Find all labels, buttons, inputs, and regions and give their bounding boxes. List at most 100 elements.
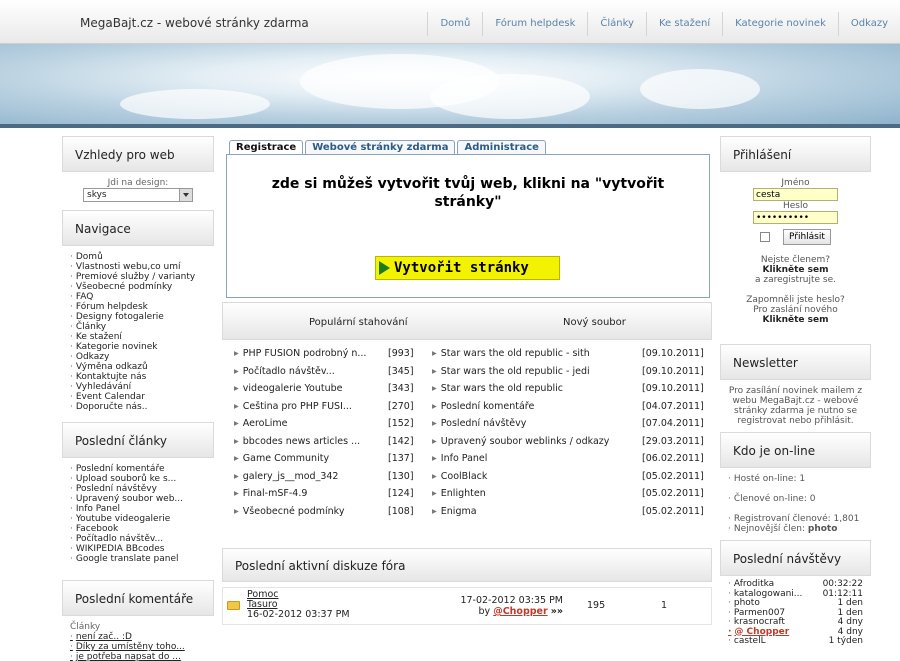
popular-download-link[interactable]: Počítadlo návštěv... — [234, 366, 379, 377]
new-file-link[interactable]: Info Panel — [432, 453, 632, 464]
new-file-link[interactable]: Star wars the old republic - sith — [432, 348, 632, 359]
comment-list-item[interactable]: není zač.. :D — [70, 632, 206, 642]
new-file-link[interactable]: Upravený soubor weblinks / odkazy — [432, 436, 632, 447]
username-input[interactable] — [753, 188, 838, 201]
nav-articles[interactable]: Články — [587, 12, 646, 36]
new-file-link[interactable]: Poslední návštěvy — [432, 418, 632, 429]
article-list-item[interactable]: Facebook — [70, 524, 206, 534]
nav-list-item[interactable]: Domů — [70, 252, 206, 262]
send-new-text: Pro zaslání nového — [753, 305, 838, 315]
download-count: [130] — [388, 470, 414, 482]
new-file-link[interactable]: Star wars the old republic - jedi — [432, 366, 632, 377]
name-label: Jméno — [781, 178, 810, 188]
article-list-item[interactable]: Upload souborů ke s... — [70, 474, 206, 484]
download-count: [343] — [388, 383, 414, 394]
nav-list-item[interactable]: Vlastnosti webu,co umí — [70, 262, 206, 272]
nav-list-item[interactable]: FAQ — [70, 292, 206, 302]
new-file-link[interactable]: Enigma — [432, 506, 632, 517]
create-site-label: Vytvořit stránky — [394, 260, 529, 276]
chevron-down-icon — [179, 189, 192, 201]
comment-list-item[interactable]: je potřeba napsat do ... — [70, 652, 206, 661]
popular-download-link[interactable]: Všeobecné podmínky — [234, 506, 379, 517]
file-date: [09.10.2011] — [642, 348, 704, 359]
new-file-link[interactable]: Enlighten — [432, 488, 632, 499]
article-list-item[interactable]: Upravený soubor web... — [70, 494, 206, 504]
nav-list-item[interactable]: Premiové služby / varianty — [70, 272, 206, 282]
nav-news-categories[interactable]: Kategorie novinek — [722, 12, 838, 36]
by-label: by — [478, 606, 491, 617]
popular-download-link[interactable]: galery_js__mod_342 — [234, 471, 379, 482]
article-list-item[interactable]: Youtube videogalerie — [70, 514, 206, 524]
password-input[interactable] — [753, 211, 838, 224]
new-file-link[interactable]: Poslední komentáře — [432, 401, 632, 412]
site-title[interactable]: MegaBajt.cz - webové stránky zdarma — [80, 16, 309, 30]
design-select[interactable]: skys — [83, 188, 193, 202]
thread-replies: 1 — [661, 600, 668, 611]
file-date: [05.02.2011] — [642, 470, 704, 482]
new-file-link[interactable]: CoolBlack — [432, 471, 632, 482]
nav-home[interactable]: Domů — [427, 12, 482, 36]
top-navigation: Domů Fórum helpdesk Články Ke stažení Ka… — [427, 12, 900, 36]
nav-list-item[interactable]: Vyhledávání — [70, 382, 206, 392]
nav-list-item[interactable]: Výměna odkazů — [70, 362, 206, 372]
popular-download-link[interactable]: AeroLime — [234, 418, 379, 429]
visits-box-title: Poslední návštěvy — [720, 540, 871, 576]
designs-box: Jdi na design: skys — [62, 172, 214, 210]
banner-border — [0, 124, 900, 128]
tab-registration[interactable]: Registrace — [229, 140, 304, 155]
nav-list-item[interactable]: Ke stažení — [70, 332, 206, 342]
download-count: [152] — [388, 418, 414, 429]
tab-administration[interactable]: Administrace — [457, 140, 546, 155]
last-user-link[interactable]: @Chopper — [493, 606, 548, 617]
thread-views: 195 — [587, 600, 606, 611]
popular-download-link[interactable]: videogalerie Youtube — [234, 383, 379, 394]
comment-list-item[interactable]: Díky za umístěny toho... — [70, 642, 206, 652]
article-list-item[interactable]: Poslední komentáře — [70, 464, 206, 474]
left-sidebar: Vzhledy pro web Jdi na design: skys Navi… — [62, 136, 214, 661]
nav-list-item[interactable]: Event Calendar — [70, 392, 206, 402]
newsletter-box-title: Newsletter — [720, 344, 871, 380]
nav-list-item[interactable]: Odkazy — [70, 352, 206, 362]
register-link[interactable]: Klikněte sem — [728, 265, 863, 275]
new-file-link[interactable]: Star wars the old republic — [432, 383, 632, 394]
nav-forum[interactable]: Fórum helpdesk — [482, 12, 587, 36]
popular-download-link[interactable]: bbcodes news articles ... — [234, 436, 379, 447]
stats-row: videogalerie Youtube [343] Star wars the o… — [222, 383, 712, 401]
file-date: [09.10.2011] — [642, 365, 704, 377]
reset-password-link[interactable]: Klikněte sem — [728, 315, 863, 325]
nav-list-item[interactable]: Kategorie novinek — [70, 342, 206, 352]
nav-links[interactable]: Odkazy — [837, 12, 900, 36]
popular-download-link[interactable]: PHP FUSION podrobný n... — [234, 348, 379, 359]
go-to-last-post-icon[interactable]: »» — [551, 606, 563, 617]
article-list-item[interactable]: Počítadlo návštěv... — [70, 534, 206, 544]
file-date: [09.10.2011] — [642, 383, 704, 394]
remember-checkbox[interactable] — [760, 231, 771, 242]
popular-download-link[interactable]: Game Community — [234, 453, 379, 464]
newest-member-link[interactable]: photo — [808, 524, 838, 534]
create-site-button[interactable]: Vytvořit stránky — [375, 256, 560, 280]
forum-box-title: Poslední aktivní diskuze fóra — [222, 548, 712, 582]
visit-time: 1 týden — [828, 636, 863, 646]
file-date: [06.02.2011] — [642, 453, 704, 464]
article-list-item[interactable]: WIKIPEDIA BBcodes — [70, 544, 206, 554]
nav-downloads[interactable]: Ke stažení — [645, 12, 722, 36]
nav-list-item[interactable]: Všeobecné podmínky — [70, 282, 206, 292]
article-list-item[interactable]: Info Panel — [70, 504, 206, 514]
registered-members: Registrovaní členové: 1,801 — [728, 514, 863, 524]
nav-list-item[interactable]: Doporučte nás.. — [70, 402, 206, 412]
visitor-name-link[interactable]: castelL — [728, 636, 766, 647]
nav-list-item[interactable]: Články — [70, 322, 206, 332]
stats-row: Všeobecné podmínky [108] Enigma [05.02.2011… — [222, 506, 712, 524]
nav-list-item[interactable]: Kontaktujte nás — [70, 372, 206, 382]
file-date: [05.02.2011] — [642, 505, 704, 517]
nav-list-item[interactable]: Designy fotogalerie — [70, 312, 206, 322]
tab-free-websites[interactable]: Webové stránky zdarma — [305, 140, 456, 155]
popular-download-link[interactable]: Final-mSF-4.9 — [234, 488, 379, 499]
stats-row: PHP FUSION podrobný n... [993] Star wars t… — [222, 348, 712, 366]
newsletter-text: Pro zasílání novinek mailem z webu MegaB… — [728, 386, 863, 426]
article-list-item[interactable]: Google translate panel — [70, 554, 206, 564]
nav-list-item[interactable]: Fórum helpdesk — [70, 302, 206, 312]
article-list-item[interactable]: Poslední návštěvy — [70, 484, 206, 494]
popular-download-link[interactable]: Čeština pro PHP FUSI... — [234, 401, 379, 412]
login-button[interactable]: Přihlásit — [782, 229, 831, 245]
